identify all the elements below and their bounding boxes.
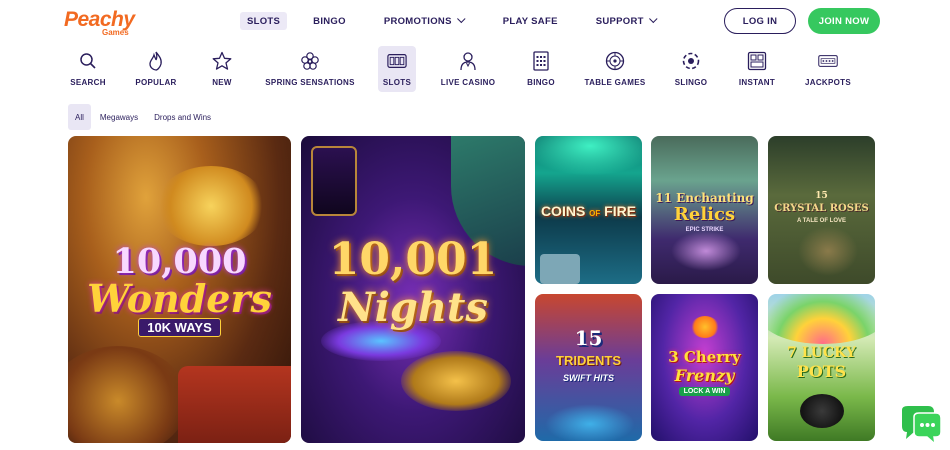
category-search[interactable]: SEARCH [70,46,106,92]
filter-tab-megaways[interactable]: Megaways [93,104,145,130]
rainbow-art [768,294,875,344]
category-label: INSTANT [738,78,776,87]
jackpot-icon [818,51,838,71]
scratch-card-icon [747,51,767,71]
category-label: NEW [212,78,232,87]
game-title-line2: Frenzy [674,366,735,385]
treasure-art [68,346,188,443]
aurora-art [535,136,642,176]
chat-bubble-icon [902,406,942,446]
game-title-number: 10,001 [328,234,498,285]
category-live-casino[interactable]: LIVE CASINO [440,46,496,92]
category-bingo[interactable]: BINGO [526,46,556,92]
game-title-name: Wonders [87,276,272,321]
flame-icon [146,51,166,71]
pot-of-gold-art [800,394,844,428]
game-tile-coins-of-fire[interactable]: COINS OF FIRE [535,136,642,284]
topnav-label: BINGO [313,15,346,27]
category-popular[interactable]: POPULAR [135,46,177,92]
topnav-slots[interactable]: SLOTS [240,12,288,30]
category-bar: SEARCH POPULAR NEW SPRING SENSATIONS SLO… [0,46,950,94]
game-tile-10001-nights[interactable]: 10,001 Nights [301,136,525,443]
game-title-number: 15 [574,326,603,350]
category-label: BINGO [527,78,555,87]
live-chat-button[interactable] [896,404,944,446]
treasure-chest-art [178,366,291,443]
topnav-label: SUPPORT [595,15,644,27]
site-header: Peachy Games SLOTS BINGO PROMOTIONS PLAY… [0,0,950,42]
top-navigation: SLOTS BINGO PROMOTIONS PLAY SAFE SUPPORT [240,12,658,30]
category-label: SLINGO [674,78,708,87]
game-title-line1: 7 LUCKY [787,345,856,361]
category-spring-sensations[interactable]: SPRING SENSATIONS [265,46,355,92]
category-label: POPULAR [135,78,177,87]
game-title-line3: A TALE OF LOVE [797,218,846,224]
flower-icon [300,51,320,71]
game-title-badge: EPIC STRIKE [685,227,724,233]
game-title-subtitle: SWIFT HITS [563,373,614,383]
logo-subtext: Games [102,28,129,37]
game-tile-10000-wonders[interactable]: 10,000 Wonders 10K WAYS [68,136,291,443]
game-title-line2: Relics [673,204,736,225]
gold-pile-art [156,166,266,246]
login-button[interactable]: LOG IN [724,8,796,34]
dealer-icon [458,51,478,71]
game-title-line2: POTS [796,362,847,381]
axe-art [540,254,580,284]
game-tile-3-cherry-frenzy[interactable]: 3 Cherry Frenzy LOCK A WIN [651,294,758,441]
topnav-label: PROMOTIONS [383,15,452,27]
filter-tab-drops-and-wins[interactable]: Drops and Wins [147,104,218,130]
category-label: LIVE CASINO [440,78,496,87]
star-icon [212,51,232,71]
topnav-support[interactable]: SUPPORT [595,12,658,30]
chevron-down-icon [648,14,658,24]
topnav-play-safe[interactable]: PLAY SAFE [503,12,558,30]
game-title-name: Nights [338,284,488,331]
topnav-label: SLOTS [247,15,281,27]
topnav-bingo[interactable]: BINGO [313,12,346,30]
category-instant[interactable]: INSTANT [738,46,776,92]
sea-art [545,404,635,441]
category-slots[interactable]: SLOTS [378,46,416,92]
category-label: JACKPOTS [805,78,851,87]
game-title-badge: LOCK A WIN [651,387,758,396]
category-jackpots[interactable]: JACKPOTS [805,46,851,92]
search-icon [78,51,98,71]
game-title-line1: 15 [815,191,828,201]
topnav-promotions[interactable]: PROMOTIONS [383,12,466,30]
game-title-line1: 3 Cherry [668,348,741,366]
game-tile-11-enchanting-relics[interactable]: 11 Enchanting Relics EPIC STRIKE [651,136,758,284]
filter-tab-all[interactable]: All [68,104,91,130]
cherry-art [691,316,719,338]
peachy-games-logo[interactable]: Peachy Games [64,8,144,38]
game-tile-15-tridents-swift-hits[interactable]: 15 TRIDENTS SWIFT HITS [535,294,642,441]
category-slingo[interactable]: SLINGO [674,46,708,92]
game-title-number: 10,000 [112,241,247,282]
filter-tabs: All Megaways Drops and Wins [68,104,218,130]
game-title-badge: 10K WAYS [68,318,291,337]
game-title-line1: 11 Enchanting [655,191,754,205]
roulette-icon [605,51,625,71]
bingo-card-icon [531,51,551,71]
magic-lamp-art [401,351,511,411]
category-table-games[interactable]: TABLE GAMES [584,46,646,92]
stairs-art [798,226,858,276]
game-title-line2: CRYSTAL ROSES [774,203,869,214]
game-title-name: COINS OF FIRE [540,203,637,219]
category-label: TABLE GAMES [584,78,646,87]
mushroom-art [671,231,741,271]
chevron-down-icon [456,14,466,24]
slingo-ball-icon [681,51,701,71]
game-tile-15-crystal-roses[interactable]: 15 CRYSTAL ROSES A TALE OF LOVE [768,136,875,284]
lantern-art [311,146,357,216]
category-new[interactable]: NEW [208,46,236,92]
join-now-button[interactable]: JOIN NOW [808,8,880,34]
topnav-label: PLAY SAFE [502,15,558,27]
slot-machine-icon [387,51,407,71]
game-title-name: TRIDENTS [556,353,621,368]
category-label: SPRING SENSATIONS [265,78,355,87]
category-label: SLOTS [382,78,412,87]
game-tile-7-lucky-pots[interactable]: 7 LUCKY POTS [768,294,875,441]
category-label: SEARCH [70,78,106,87]
